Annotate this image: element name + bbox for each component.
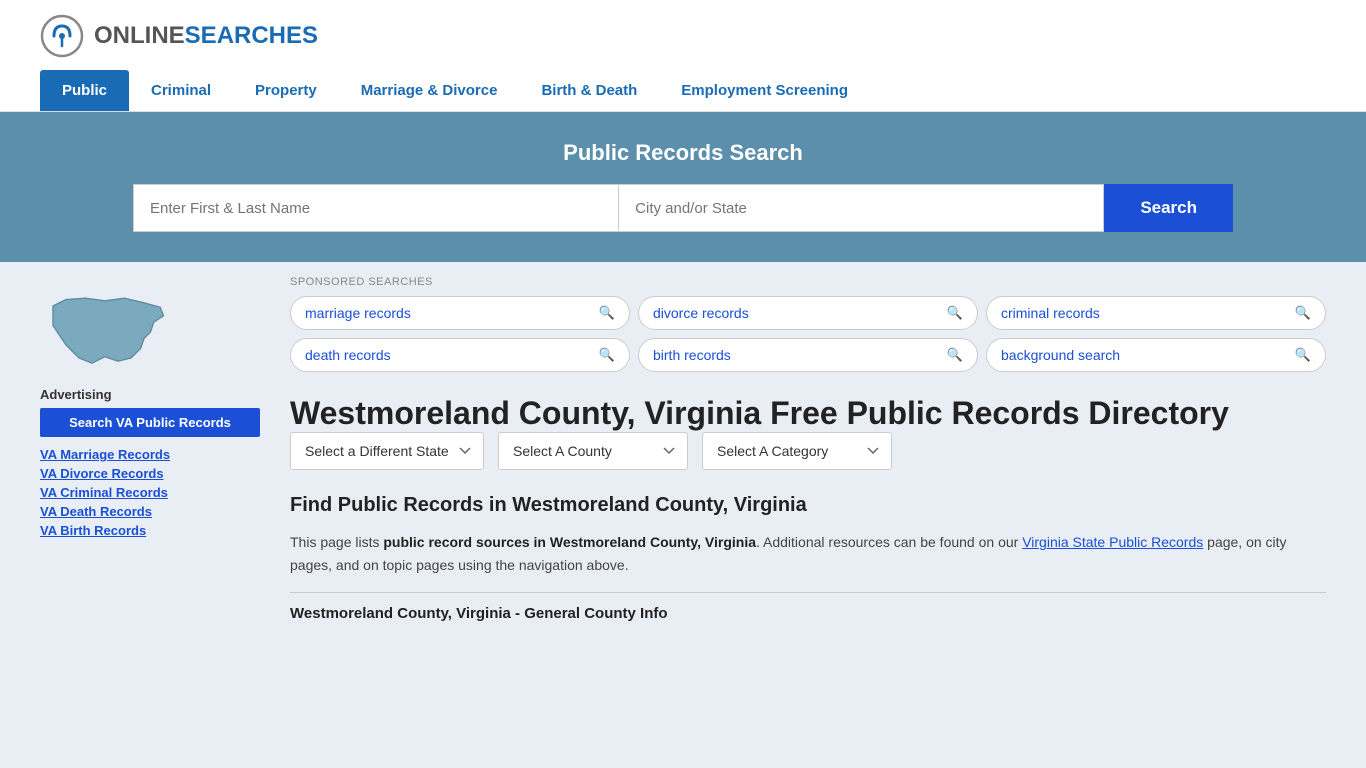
sponsored-label-marriage: marriage records	[305, 305, 411, 321]
county-dropdown[interactable]: Select A County	[498, 432, 688, 470]
sidebar-link-divorce[interactable]: VA Divorce Records	[40, 466, 260, 481]
find-description: This page lists public record sources in…	[290, 531, 1326, 576]
desc-part1: This page lists	[290, 534, 383, 550]
dropdowns-row: Select a Different State Select A County…	[290, 432, 1326, 470]
sponsored-label-birth: birth records	[653, 347, 731, 363]
desc-part2: . Additional resources can be found on o…	[756, 534, 1022, 550]
logo-area: ONLINESEARCHES	[40, 14, 1326, 58]
section-sub-heading: Westmoreland County, Virginia - General …	[290, 605, 1326, 622]
name-input[interactable]	[133, 184, 618, 232]
header: ONLINESEARCHES Public Criminal Property …	[0, 0, 1366, 112]
search-button[interactable]: Search	[1104, 184, 1233, 232]
sponsored-item-criminal[interactable]: criminal records 🔍	[986, 296, 1326, 330]
sponsored-grid: marriage records 🔍 divorce records 🔍 cri…	[290, 296, 1326, 372]
sponsored-label-divorce: divorce records	[653, 305, 749, 321]
desc-link[interactable]: Virginia State Public Records	[1022, 534, 1203, 550]
advertising-label: Advertising	[40, 387, 260, 402]
sponsored-item-divorce[interactable]: divorce records 🔍	[638, 296, 978, 330]
sidebar-link-criminal[interactable]: VA Criminal Records	[40, 485, 260, 500]
sidebar-link-death[interactable]: VA Death Records	[40, 504, 260, 519]
search-icon-birth: 🔍	[947, 347, 963, 363]
desc-bold: public record sources in Westmoreland Co…	[383, 534, 756, 550]
virginia-map	[40, 282, 170, 382]
hero-title: Public Records Search	[40, 140, 1326, 166]
search-icon-divorce: 🔍	[947, 305, 963, 321]
sponsored-label-criminal: criminal records	[1001, 305, 1100, 321]
search-icon-background: 🔍	[1295, 347, 1311, 363]
logo-text: ONLINESEARCHES	[94, 22, 318, 50]
search-bar: Search	[133, 184, 1233, 232]
category-dropdown[interactable]: Select A Category	[702, 432, 892, 470]
logo-icon	[40, 14, 84, 58]
search-icon-criminal: 🔍	[1295, 305, 1311, 321]
nav-criminal[interactable]: Criminal	[129, 70, 233, 111]
sidebar-link-marriage[interactable]: VA Marriage Records	[40, 447, 260, 462]
sponsored-label-background: background search	[1001, 347, 1120, 363]
sidebar-link-birth[interactable]: VA Birth Records	[40, 523, 260, 538]
sponsored-label: SPONSORED SEARCHES	[290, 276, 1326, 288]
sidebar: Advertising Search VA Public Records VA …	[40, 262, 260, 622]
content-area: SPONSORED SEARCHES marriage records 🔍 di…	[290, 262, 1326, 622]
sponsored-item-background[interactable]: background search 🔍	[986, 338, 1326, 372]
search-icon-death: 🔍	[599, 347, 615, 363]
search-icon-marriage: 🔍	[599, 305, 615, 321]
nav-employment[interactable]: Employment Screening	[659, 70, 870, 111]
section-divider	[290, 592, 1326, 593]
page-title: Westmoreland County, Virginia Free Publi…	[290, 394, 1326, 432]
nav-birth-death[interactable]: Birth & Death	[519, 70, 659, 111]
nav: Public Criminal Property Marriage & Divo…	[40, 70, 1326, 111]
search-va-button[interactable]: Search VA Public Records	[40, 408, 260, 437]
main-content: Advertising Search VA Public Records VA …	[0, 262, 1366, 622]
nav-public[interactable]: Public	[40, 70, 129, 111]
sponsored-item-marriage[interactable]: marriage records 🔍	[290, 296, 630, 330]
sponsored-item-birth[interactable]: birth records 🔍	[638, 338, 978, 372]
state-dropdown[interactable]: Select a Different State	[290, 432, 484, 470]
nav-marriage-divorce[interactable]: Marriage & Divorce	[339, 70, 520, 111]
nav-property[interactable]: Property	[233, 70, 339, 111]
find-heading: Find Public Records in Westmoreland Coun…	[290, 494, 1326, 517]
sponsored-label-death: death records	[305, 347, 391, 363]
city-input[interactable]	[618, 184, 1104, 232]
hero-section: Public Records Search Search	[0, 112, 1366, 262]
sponsored-item-death[interactable]: death records 🔍	[290, 338, 630, 372]
